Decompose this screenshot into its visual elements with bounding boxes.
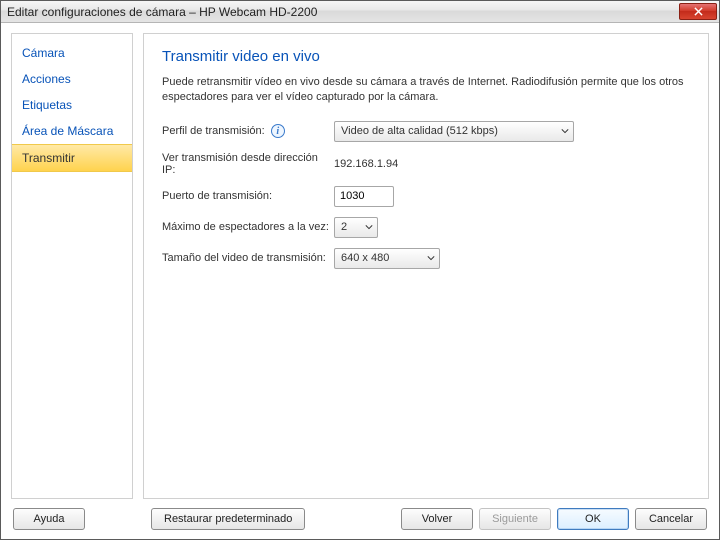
restore-defaults-button[interactable]: Restaurar predeterminado bbox=[151, 508, 305, 530]
label-text: Perfil de transmisión: bbox=[162, 125, 265, 137]
chevron-down-icon bbox=[357, 221, 373, 233]
sidebar: Cámara Acciones Etiquetas Área de Máscar… bbox=[11, 33, 133, 499]
select-value: 640 x 480 bbox=[341, 252, 389, 264]
panel-title: Transmitir video en vivo bbox=[162, 48, 690, 65]
input-port[interactable] bbox=[334, 186, 394, 207]
row-ip-address: Ver transmisión desde dirección IP: 192.… bbox=[162, 152, 690, 176]
sidebar-item-tags[interactable]: Etiquetas bbox=[12, 92, 132, 118]
sidebar-item-label: Transmitir bbox=[22, 151, 75, 165]
back-button[interactable]: Volver bbox=[401, 508, 473, 530]
content-area: Cámara Acciones Etiquetas Área de Máscar… bbox=[1, 23, 719, 499]
label-transmission-profile: Perfil de transmisión: i bbox=[162, 124, 334, 138]
main-panel: Transmitir video en vivo Puede retransmi… bbox=[143, 33, 709, 499]
value-ip-address: 192.168.1.94 bbox=[334, 158, 398, 170]
label-ip-address: Ver transmisión desde dirección IP: bbox=[162, 152, 334, 176]
row-port: Puerto de transmisión: bbox=[162, 186, 690, 207]
sidebar-item-label: Cámara bbox=[22, 46, 65, 60]
sidebar-item-mask-area[interactable]: Área de Máscara bbox=[12, 118, 132, 144]
sidebar-item-broadcast[interactable]: Transmitir bbox=[12, 144, 132, 172]
label-text: Puerto de transmisión: bbox=[162, 190, 272, 202]
window-title: Editar configuraciones de cámara – HP We… bbox=[7, 5, 679, 19]
dialog-window: Editar configuraciones de cámara – HP We… bbox=[0, 0, 720, 540]
label-text: Máximo de espectadores a la vez: bbox=[162, 221, 329, 233]
chevron-down-icon bbox=[419, 252, 435, 264]
label-text: Ver transmisión desde dirección IP: bbox=[162, 152, 334, 176]
sidebar-item-label: Etiquetas bbox=[22, 98, 72, 112]
cancel-button[interactable]: Cancelar bbox=[635, 508, 707, 530]
ok-button[interactable]: OK bbox=[557, 508, 629, 530]
label-max-viewers: Máximo de espectadores a la vez: bbox=[162, 221, 334, 233]
row-video-size: Tamaño del video de transmisión: 640 x 4… bbox=[162, 248, 690, 269]
row-max-viewers: Máximo de espectadores a la vez: 2 bbox=[162, 217, 690, 238]
sidebar-item-actions[interactable]: Acciones bbox=[12, 66, 132, 92]
row-transmission-profile: Perfil de transmisión: i Video de alta c… bbox=[162, 121, 690, 142]
select-transmission-profile[interactable]: Video de alta calidad (512 kbps) bbox=[334, 121, 574, 142]
select-video-size[interactable]: 640 x 480 bbox=[334, 248, 440, 269]
panel-description: Puede retransmitir vídeo en vivo desde s… bbox=[162, 75, 690, 105]
sidebar-item-camera[interactable]: Cámara bbox=[12, 40, 132, 66]
sidebar-item-label: Acciones bbox=[22, 72, 71, 86]
label-video-size: Tamaño del video de transmisión: bbox=[162, 252, 334, 264]
sidebar-item-label: Área de Máscara bbox=[22, 124, 113, 138]
titlebar: Editar configuraciones de cámara – HP We… bbox=[1, 1, 719, 23]
info-icon[interactable]: i bbox=[271, 124, 285, 138]
chevron-down-icon bbox=[553, 125, 569, 137]
help-button[interactable]: Ayuda bbox=[13, 508, 85, 530]
select-max-viewers[interactable]: 2 bbox=[334, 217, 378, 238]
footer: Ayuda Restaurar predeterminado Volver Si… bbox=[1, 499, 719, 539]
select-value: 2 bbox=[341, 221, 347, 233]
select-value: Video de alta calidad (512 kbps) bbox=[341, 125, 498, 137]
close-button[interactable] bbox=[679, 3, 717, 20]
label-port: Puerto de transmisión: bbox=[162, 190, 334, 202]
label-text: Tamaño del video de transmisión: bbox=[162, 252, 326, 264]
close-icon bbox=[694, 7, 703, 16]
next-button: Siguiente bbox=[479, 508, 551, 530]
